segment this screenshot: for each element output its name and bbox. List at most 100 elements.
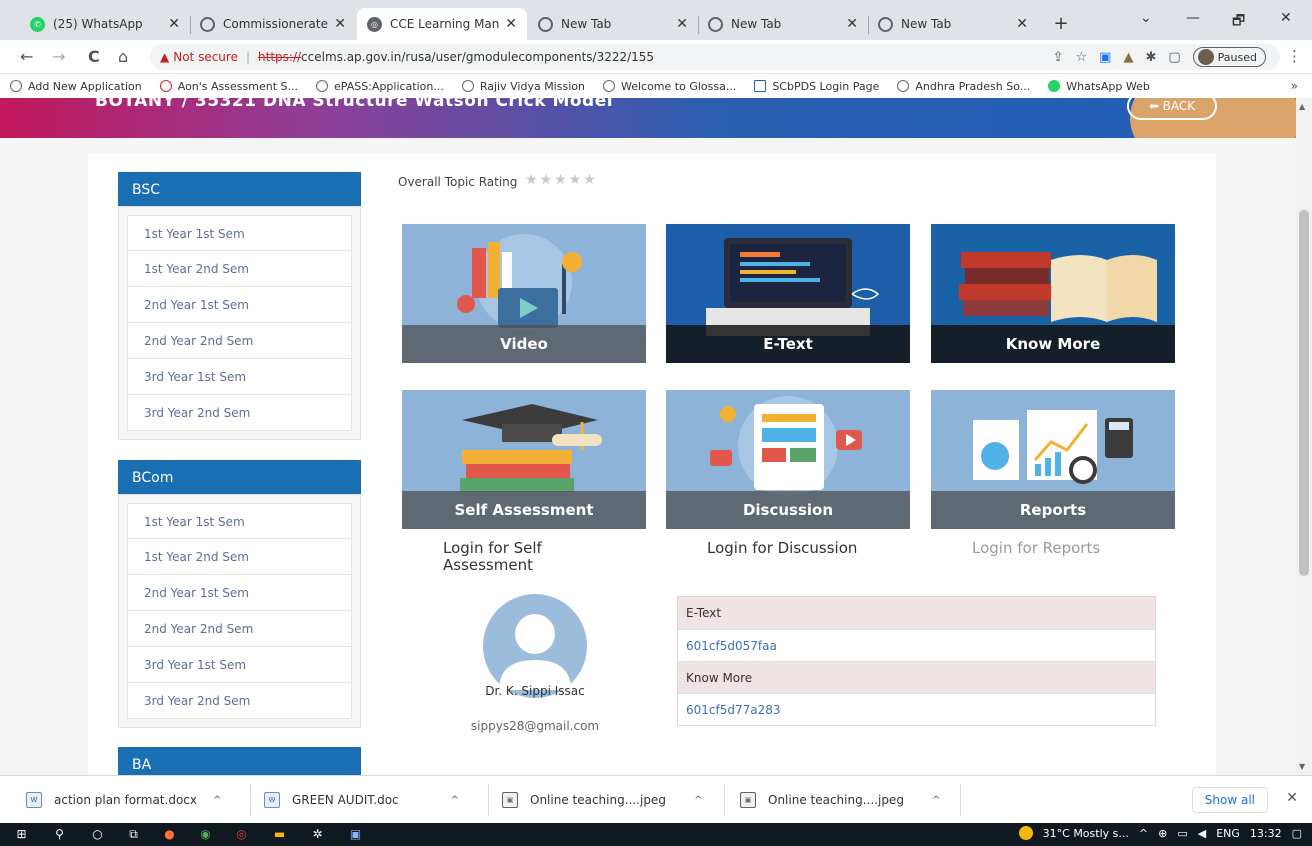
bookmarks-overflow-icon[interactable]: » xyxy=(1291,79,1298,93)
scroll-down-icon[interactable]: ▼ xyxy=(1299,762,1305,771)
download-item[interactable]: ▣ Online teaching....jpeg ^ xyxy=(740,786,940,814)
opera-icon[interactable]: ◎ xyxy=(234,827,249,842)
sidebar-item-semester[interactable]: 2nd Year 2nd Sem xyxy=(127,323,352,359)
bookmark-epass[interactable]: ePASS:Application... xyxy=(316,80,444,93)
sidebar-item-semester[interactable]: 3rd Year 1st Sem xyxy=(127,647,352,683)
extension-icon[interactable]: ▣ xyxy=(1099,50,1111,65)
restore-button[interactable]: 🗗 xyxy=(1232,10,1245,34)
tile-discussion[interactable]: Discussion xyxy=(666,390,910,529)
sidebar-item-semester[interactable]: 1st Year 1st Sem xyxy=(127,503,352,539)
back-arrow-icon[interactable]: ← xyxy=(20,47,33,66)
warning-icon[interactable]: ▲ xyxy=(160,50,169,64)
search-icon[interactable]: ⚲ xyxy=(52,827,67,842)
side-panel-icon[interactable]: ▢ xyxy=(1168,50,1180,65)
chevron-up-icon[interactable]: ^ xyxy=(932,795,940,806)
close-icon[interactable]: ✕ xyxy=(1016,16,1028,32)
bookmark-whatsapp-web[interactable]: WhatsApp Web xyxy=(1048,80,1150,93)
rating-stars[interactable]: ★★★★★ xyxy=(525,172,598,188)
close-icon[interactable]: ✕ xyxy=(334,16,346,32)
download-item[interactable]: W action plan format.docx ^ xyxy=(26,786,221,814)
tile-know-more[interactable]: Know More xyxy=(931,224,1175,363)
tab-new-tab-2[interactable]: New Tab ✕ xyxy=(698,8,868,40)
login-reports-link[interactable]: Login for Reports xyxy=(972,540,1172,557)
profile-button[interactable]: Paused xyxy=(1192,47,1266,67)
tab-whatsapp[interactable]: ✆ (25) WhatsApp ✕ xyxy=(20,8,190,40)
minimize-button[interactable]: — xyxy=(1186,10,1200,26)
sidebar-item-semester[interactable]: 3rd Year 2nd Sem xyxy=(127,683,352,719)
bookmark-glossa[interactable]: Welcome to Glossa... xyxy=(602,80,736,93)
sidebar-item-semester[interactable]: 2nd Year 1st Sem xyxy=(127,287,352,323)
language-indicator[interactable]: ENG xyxy=(1216,827,1240,840)
tab-new-tab-1[interactable]: New Tab ✕ xyxy=(528,8,698,40)
scroll-up-icon[interactable]: ▲ xyxy=(1299,102,1305,111)
notification-icon[interactable]: ▢ xyxy=(1292,827,1302,840)
forward-arrow-icon[interactable]: → xyxy=(52,47,65,66)
tab-new-tab-3[interactable]: New Tab ✕ xyxy=(868,8,1038,40)
close-icon[interactable]: ✕ xyxy=(505,16,517,32)
extension-icon[interactable]: ▲ xyxy=(1123,50,1133,65)
tile-video[interactable]: Video xyxy=(402,224,646,363)
tile-etext[interactable]: E-Text xyxy=(666,224,910,363)
cortana-icon[interactable]: ○ xyxy=(90,827,105,842)
page-scrollbar[interactable]: ▲ ▼ xyxy=(1296,98,1312,775)
close-icon[interactable]: ✕ xyxy=(676,16,688,32)
tray-expand-icon[interactable]: ^ xyxy=(1139,827,1148,840)
download-item[interactable]: W GREEN AUDIT.doc ^ xyxy=(264,786,459,814)
close-icon[interactable]: ✕ xyxy=(846,16,858,32)
sidebar-item-semester[interactable]: 3rd Year 2nd Sem xyxy=(127,395,352,431)
tile-reports[interactable]: Reports xyxy=(931,390,1175,529)
show-all-button[interactable]: Show all xyxy=(1191,787,1268,813)
reload-icon[interactable]: C xyxy=(88,47,100,66)
resource-link-know-more[interactable]: 601cf5d77a283 xyxy=(678,693,1155,725)
bookmark-andhra-pradesh[interactable]: Andhra Pradesh So... xyxy=(897,80,1030,93)
tab-commissionerate[interactable]: Commissionerate o ✕ xyxy=(190,8,356,40)
bookmark-aon-assessment[interactable]: Aon's Assessment S... xyxy=(159,80,298,93)
file-explorer-icon[interactable]: ▬ xyxy=(272,827,287,842)
download-item[interactable]: ▣ Online teaching....jpeg ^ xyxy=(502,786,702,814)
sidebar-item-semester[interactable]: 2nd Year 2nd Sem xyxy=(127,611,352,647)
back-button[interactable]: ⬅ BACK xyxy=(1127,98,1217,120)
weather-text[interactable]: 31°C Mostly s... xyxy=(1043,827,1129,840)
chevron-up-icon[interactable]: ^ xyxy=(213,795,221,806)
chevron-up-icon[interactable]: ^ xyxy=(694,795,702,806)
tile-self-assessment[interactable]: Self Assessment xyxy=(402,390,646,529)
settings-gear-icon[interactable]: ✲ xyxy=(310,827,325,842)
bookmark-scbpds[interactable]: SCbPDS Login Page xyxy=(754,80,879,93)
close-icon[interactable]: ✕ xyxy=(168,16,180,32)
windows-start-icon[interactable]: ⊞ xyxy=(14,827,29,842)
sidebar-item-semester[interactable]: 1st Year 2nd Sem xyxy=(127,251,352,287)
login-self-assessment-link[interactable]: Login for Self Assessment xyxy=(443,540,603,574)
chevron-up-icon[interactable]: ^ xyxy=(451,795,459,806)
login-discussion-link[interactable]: Login for Discussion xyxy=(707,540,907,557)
close-window-button[interactable]: ✕ xyxy=(1280,10,1292,26)
star-icon[interactable]: ★ xyxy=(583,172,598,188)
sidebar-item-semester[interactable]: 1st Year 2nd Sem xyxy=(127,539,352,575)
scroll-thumb[interactable] xyxy=(1299,210,1309,576)
address-bar[interactable]: ▲ Not secure | https:// ccelms.ap.gov.in… xyxy=(150,44,1280,70)
close-icon[interactable]: ✕ xyxy=(1286,790,1298,806)
task-view-icon[interactable]: ⧉ xyxy=(126,827,141,842)
star-icon[interactable]: ★ xyxy=(525,172,540,188)
sidebar-item-semester[interactable]: 2nd Year 1st Sem xyxy=(127,575,352,611)
display-icon[interactable]: ▭ xyxy=(1177,827,1187,840)
bookmark-add-new-application[interactable]: Add New Application xyxy=(10,80,142,93)
puzzle-icon[interactable]: ✱ xyxy=(1145,50,1156,65)
sidebar-item-semester[interactable]: 3rd Year 1st Sem xyxy=(127,359,352,395)
star-icon[interactable]: ★ xyxy=(554,172,569,188)
network-icon[interactable]: ⊕ xyxy=(1158,827,1167,840)
tab-cce-learning[interactable]: ◎ CCE Learning Mana ✕ xyxy=(357,8,527,40)
bookmark-rajiv-vidya[interactable]: Rajiv Vidya Mission xyxy=(461,80,585,93)
volume-icon[interactable]: ◀ xyxy=(1198,827,1206,840)
tab-search-dropdown-icon[interactable]: ⌄ xyxy=(1140,10,1152,26)
security-label[interactable]: Not secure xyxy=(173,50,238,64)
star-icon[interactable]: ★ xyxy=(540,172,555,188)
home-icon[interactable]: ⌂ xyxy=(118,47,128,66)
star-icon[interactable]: ☆ xyxy=(1076,50,1088,65)
sidebar-item-semester[interactable]: 1st Year 1st Sem xyxy=(127,215,352,251)
resource-link-etext[interactable]: 601cf5d057faa xyxy=(678,629,1155,661)
clock-time[interactable]: 13:32 xyxy=(1250,827,1282,840)
menu-icon[interactable]: ⋮ xyxy=(1287,47,1302,65)
share-icon[interactable]: ⇪ xyxy=(1053,50,1064,65)
star-icon[interactable]: ★ xyxy=(569,172,584,188)
chrome-icon[interactable]: ◉ xyxy=(198,827,213,842)
